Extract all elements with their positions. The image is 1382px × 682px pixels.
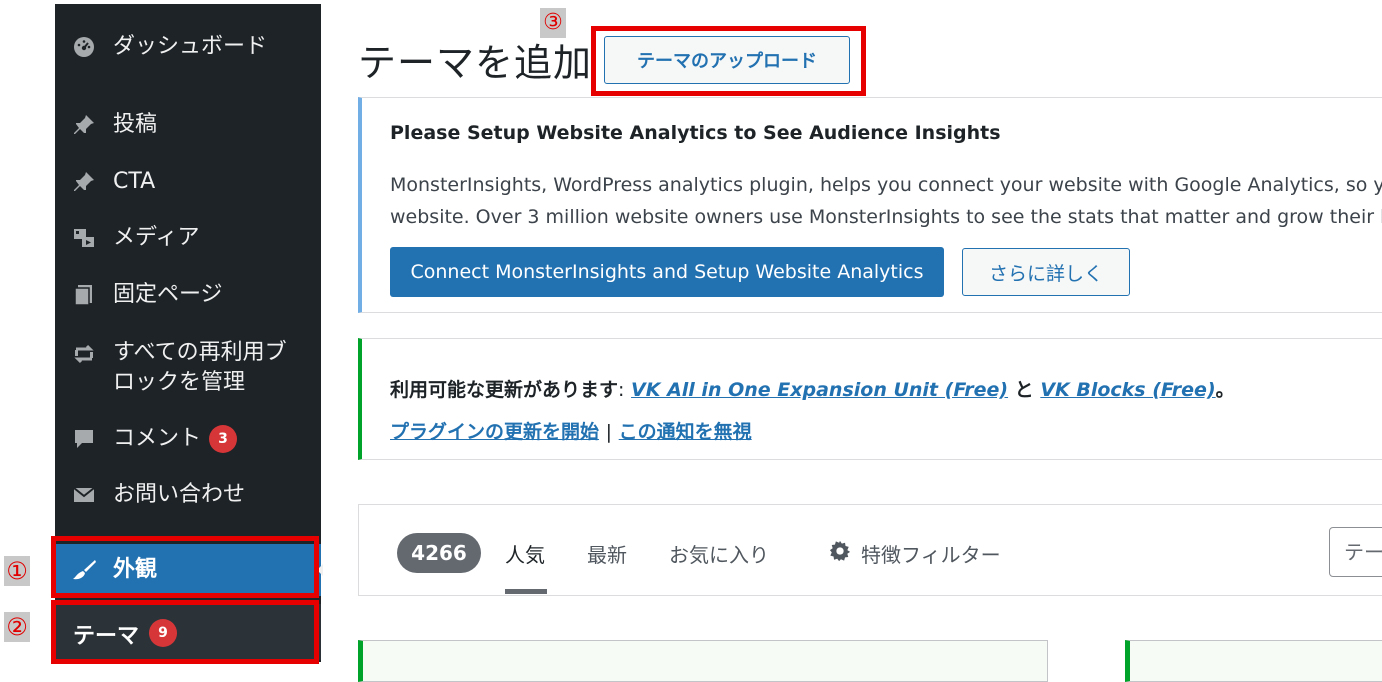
tab-latest[interactable]: 最新 xyxy=(587,539,627,568)
menu-contact[interactable]: お問い合わせ xyxy=(55,480,321,510)
menu-media[interactable]: メディア xyxy=(55,223,321,253)
menu-posts[interactable]: 投稿 xyxy=(55,110,321,140)
submenu-label: テーマ xyxy=(73,624,140,649)
tab-feature-filter-label: 特徴フィルター xyxy=(861,543,1001,567)
theme-filter-bar: 4266 人気 最新 お気に入り 特徴フィルター テー xyxy=(358,504,1382,596)
comment-count-badge: 3 xyxy=(209,425,238,453)
theme-search-input[interactable]: テー xyxy=(1329,527,1382,577)
tab-popular[interactable]: 人気 xyxy=(505,539,545,568)
theme-card[interactable] xyxy=(358,640,1048,682)
annotation-marker-1: ① xyxy=(4,556,30,586)
annotation-marker-3: ③ xyxy=(540,8,566,38)
media-icon xyxy=(69,226,99,250)
update-actions-line: プラグインの更新を開始 | この通知を無視 xyxy=(390,417,752,444)
menu-cta[interactable]: CTA xyxy=(55,167,321,197)
menu-label: すべての再利用ブ ロックを管理 xyxy=(113,338,287,398)
submenu-themes[interactable]: テーマ 9 xyxy=(55,604,321,660)
update-prefix: 利用可能な更新があります xyxy=(390,379,619,401)
update-available-line: 利用可能な更新があります: VK All in One Expansion Un… xyxy=(390,375,1235,402)
connect-analytics-button[interactable]: Connect MonsterInsights and Setup Websit… xyxy=(390,247,944,297)
dashboard-icon xyxy=(69,35,99,59)
theme-card[interactable] xyxy=(1125,640,1382,682)
menu-label: 外観 xyxy=(113,557,158,582)
start-plugin-update-link[interactable]: プラグインの更新を開始 xyxy=(390,421,599,443)
admin-sidebar: ダッシュボード 投稿 CTA メディア 固定ページ すべての再利用ブ ロックを管… xyxy=(55,4,323,662)
menu-comments[interactable]: コメント 3 xyxy=(55,424,321,454)
menu-reusable-blocks[interactable]: すべての再利用ブ ロックを管理 xyxy=(55,338,321,398)
annotation-marker-2: ② xyxy=(4,612,30,642)
notice-text-line1: MonsterInsights, WordPress analytics plu… xyxy=(390,174,1382,196)
update-and: と xyxy=(1014,379,1034,401)
link-separator: | xyxy=(605,421,613,443)
page-title: テーマを追加 xyxy=(358,41,593,85)
reuse-icon xyxy=(69,342,99,366)
update-period: 。 xyxy=(1215,379,1235,401)
dismiss-notice-link[interactable]: この通知を無視 xyxy=(619,421,752,443)
themes-update-badge: 9 xyxy=(149,619,177,647)
menu-label: コメント xyxy=(113,426,202,451)
plugin-link-vk-blocks[interactable]: VK Blocks (Free) xyxy=(1040,379,1215,401)
notice-heading: Please Setup Website Analytics to See Au… xyxy=(390,122,1001,144)
comment-icon xyxy=(69,427,99,451)
update-colon: : xyxy=(618,379,625,401)
menu-pages[interactable]: 固定ページ xyxy=(55,280,321,310)
active-arrow-icon xyxy=(317,564,323,576)
menu-label-line1: すべての再利用ブ xyxy=(113,340,287,365)
plugin-update-notice: 利用可能な更新があります: VK All in One Expansion Un… xyxy=(358,338,1382,460)
notice-text-line2: website. Over 3 million website owners u… xyxy=(390,206,1382,228)
menu-label: 投稿 xyxy=(113,112,158,137)
menu-label: CTA xyxy=(113,169,156,194)
tab-favorites[interactable]: お気に入り xyxy=(669,539,769,568)
theme-count-badge: 4266 xyxy=(397,533,481,573)
upload-theme-button[interactable]: テーマのアップロード xyxy=(604,36,850,84)
monsterinsights-notice: Please Setup Website Analytics to See Au… xyxy=(358,97,1382,313)
menu-label: お問い合わせ xyxy=(113,482,246,507)
tab-feature-filter[interactable]: 特徴フィルター xyxy=(829,539,1001,568)
pin-icon xyxy=(69,113,99,137)
menu-label: 固定ページ xyxy=(113,282,223,307)
active-tab-indicator xyxy=(505,589,547,594)
learn-more-button[interactable]: さらに詳しく xyxy=(962,248,1130,296)
gear-icon xyxy=(829,540,851,567)
pin-icon xyxy=(69,170,99,194)
plugin-link-vk-all-in-one[interactable]: VK All in One Expansion Unit (Free) xyxy=(631,379,1008,401)
menu-dashboard[interactable]: ダッシュボード xyxy=(55,32,321,62)
menu-label: メディア xyxy=(113,225,200,250)
menu-label-line2: ロックを管理 xyxy=(113,370,246,395)
page-icon xyxy=(69,283,99,307)
mail-icon xyxy=(69,483,99,507)
menu-label: ダッシュボード xyxy=(113,34,268,59)
menu-appearance[interactable]: 外観 xyxy=(55,544,323,596)
appearance-brush-icon xyxy=(69,558,99,582)
